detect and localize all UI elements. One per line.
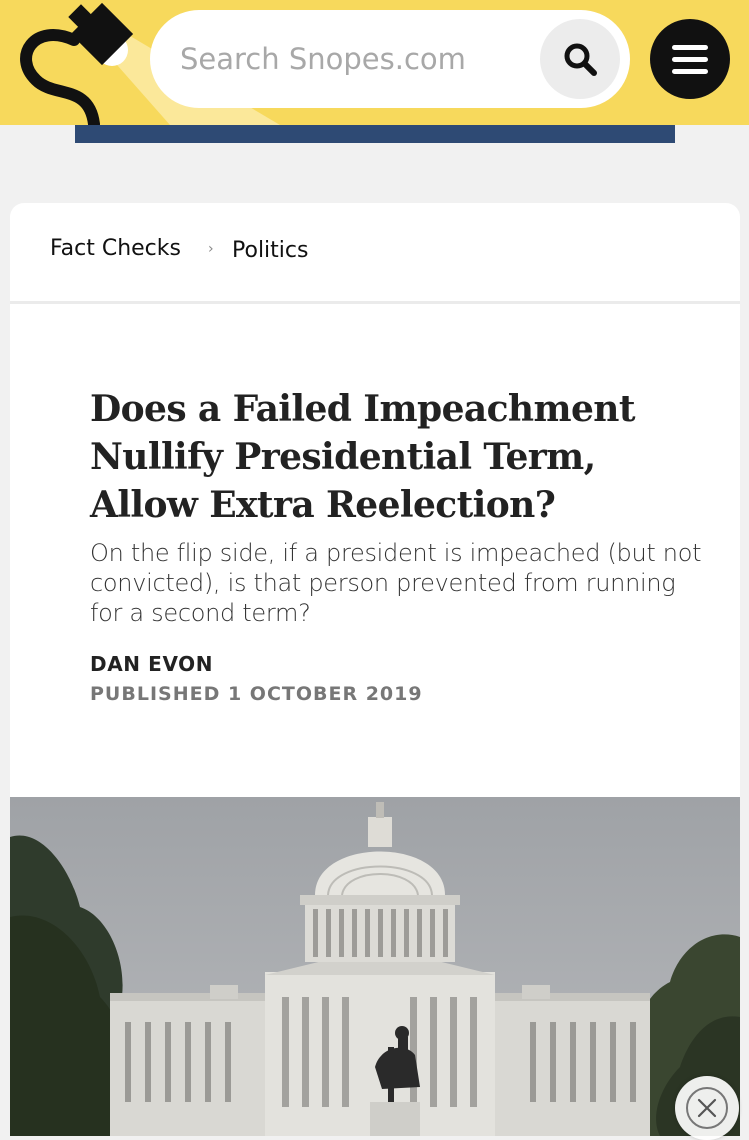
breadcrumb-politics[interactable]: Politics [232,238,308,263]
search-button[interactable] [540,19,620,99]
close-icon [686,1087,728,1129]
search-input[interactable] [180,36,540,82]
search-bar [150,10,630,108]
close-ad-button[interactable] [675,1076,739,1140]
search-icon [564,43,597,76]
article-card: Fact Checks › Politics Does a Failed Imp… [10,203,740,1136]
article-author[interactable]: DAN EVON [90,652,213,676]
article-subtitle: On the flip side, if a president is impe… [90,539,702,627]
menu-button[interactable] [650,19,730,99]
ad-banner-strip [75,125,675,143]
article-title: Does a Failed Impeachment Nullify Presid… [90,388,636,526]
hero-image-capitol [10,797,740,1136]
snopes-logo[interactable] [14,2,144,125]
breadcrumb-chevron-icon: › [208,241,214,257]
article-published-date: PUBLISHED 1 OCTOBER 2019 [90,683,423,705]
site-header [0,0,749,125]
breadcrumb-fact-checks[interactable]: Fact Checks [50,236,181,261]
breadcrumb: Fact Checks › Politics [10,203,740,304]
